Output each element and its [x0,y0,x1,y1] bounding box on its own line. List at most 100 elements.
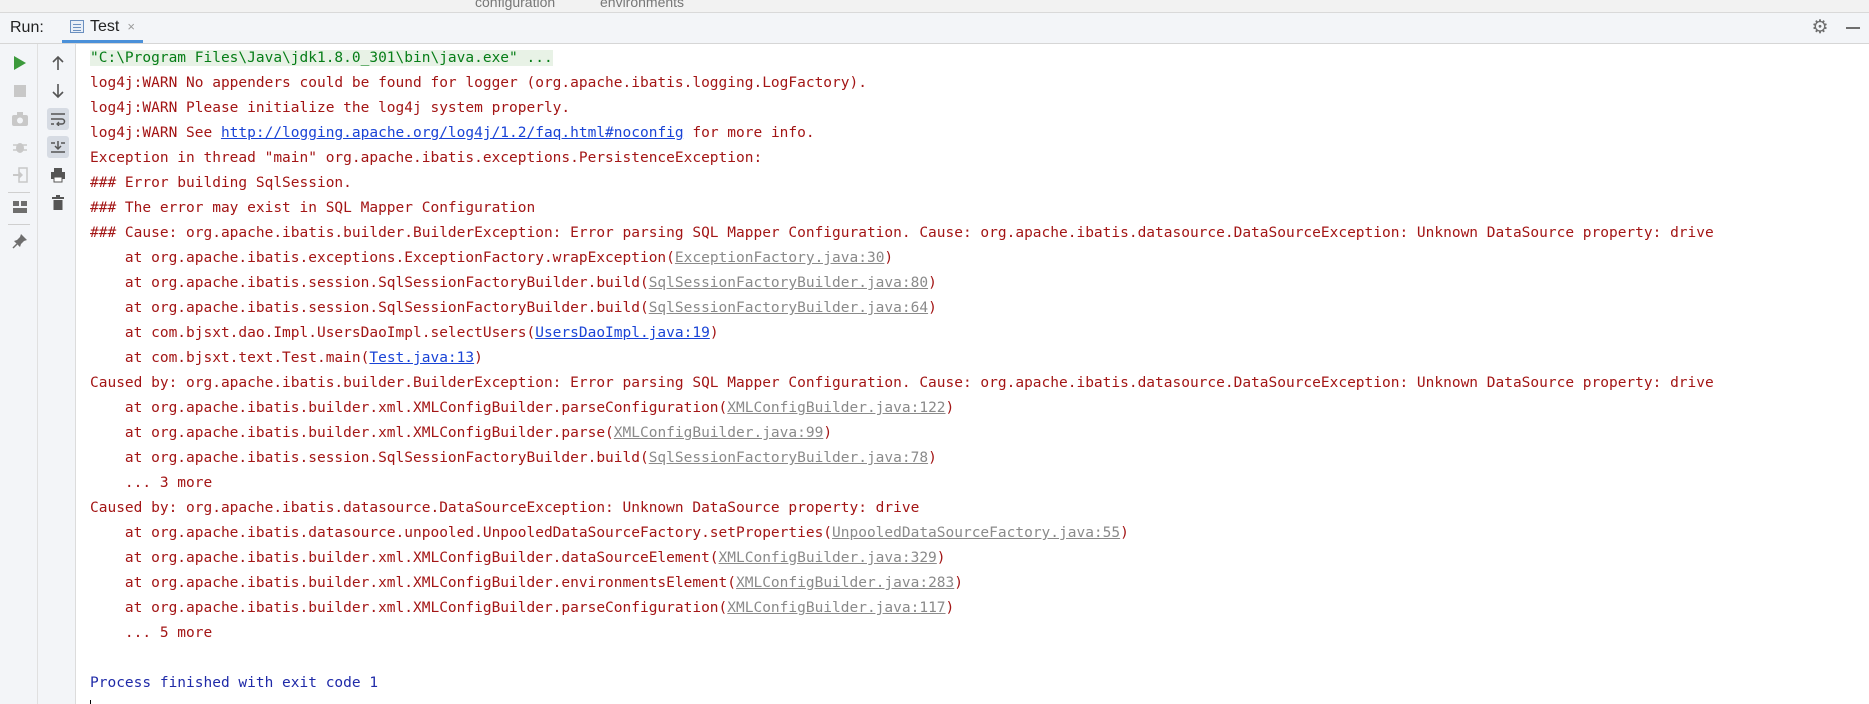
console-source-link[interactable]: Test.java:13 [369,350,474,366]
console-line-text: ) [709,325,719,341]
toolbar-divider [8,192,30,193]
console-line-text: ) [928,450,937,466]
console-line-text: at org.apache.ibatis.session.SqlSessionF… [90,450,649,466]
console-output[interactable]: "C:\Program Files\Java\jdk1.8.0_301\bin\… [90,46,1865,696]
console-source-link[interactable]: http://logging.apache.org/log4j/1.2/faq.… [221,125,684,141]
console-line: "C:\Program Files\Java\jdk1.8.0_301\bin\… [90,46,1865,71]
console-source-link[interactable]: SqlSessionFactoryBuilder.java:64 [649,300,928,316]
console-line-text: ... 5 more [90,625,213,641]
console-source-link[interactable]: XMLConfigBuilder.java:283 [736,575,954,591]
console-line-text: log4j:WARN No appenders could be found f… [90,75,867,91]
console-line: Process finished with exit code 1 [90,671,1865,696]
console-line: log4j:WARN See http://logging.apache.org… [90,121,1865,146]
console-source-link[interactable]: XMLConfigBuilder.java:329 [719,550,937,566]
console-line-text: ) [945,600,955,616]
console-line: ### Cause: org.apache.ibatis.builder.Bui… [90,221,1865,246]
console-line-text: for more info. [683,125,815,141]
console-line-text: Exception in thread "main" org.apache.ib… [90,150,771,166]
console-source-link[interactable]: XMLConfigBuilder.java:117 [727,600,945,616]
stop-icon[interactable] [9,80,31,102]
console-line-text: log4j:WARN Please initialize the log4j s… [90,100,571,116]
console-line: Exception in thread "main" org.apache.ib… [90,146,1865,171]
run-label: Run: [10,19,44,36]
login-icon[interactable] [9,164,31,186]
console-source-link[interactable]: XMLConfigBuilder.java:99 [614,425,824,441]
console-line: at org.apache.ibatis.builder.xml.XMLConf… [90,421,1865,446]
toolbar-divider [8,224,30,225]
console-line-text: Caused by: org.apache.ibatis.builder.Bui… [90,375,1714,391]
console-line-text: at org.apache.ibatis.builder.xml.XMLConf… [90,550,719,566]
console-line: log4j:WARN Please initialize the log4j s… [90,96,1865,121]
run-config-icon [70,20,84,33]
console-source-link[interactable]: XMLConfigBuilder.java:122 [727,400,945,416]
console-line-text: log4j:WARN See [90,125,221,141]
process-exit-message: Process finished with exit code 1 [90,675,379,691]
play-icon[interactable] [9,52,31,74]
console-line: Caused by: org.apache.ibatis.builder.Bui… [90,371,1865,396]
tab-test-label: Test [90,17,120,35]
breadcrumb-environments: environments [600,0,685,10]
console-line-text: at org.apache.ibatis.builder.xml.XMLConf… [90,425,614,441]
console-line: at org.apache.ibatis.exceptions.Exceptio… [90,246,1865,271]
close-icon[interactable]: × [127,19,135,34]
console-line-text: at org.apache.ibatis.builder.xml.XMLConf… [90,400,728,416]
tab-test[interactable]: Test × [62,13,143,43]
console-line-text: at org.apache.ibatis.datasource.unpooled… [90,525,833,541]
console-line: at org.apache.ibatis.builder.xml.XMLConf… [90,546,1865,571]
console-source-link[interactable]: ExceptionFactory.java:30 [675,250,885,266]
console-line: ... 5 more [90,621,1865,646]
down-arrow-icon[interactable] [47,80,69,102]
console-line-text: ) [823,425,833,441]
console-line-text: at org.apache.ibatis.builder.xml.XMLConf… [90,600,728,616]
console-source-link[interactable]: UnpooledDataSourceFactory.java:55 [832,525,1120,541]
console-line-text: at org.apache.ibatis.builder.xml.XMLConf… [90,575,737,591]
gear-icon[interactable]: ⚙ [1810,18,1830,38]
console-actions-toolbar [38,44,76,704]
breadcrumb-configuration: configuration [475,0,556,10]
minimize-icon[interactable] [1846,27,1860,29]
java-command-line: "C:\Program Files\Java\jdk1.8.0_301\bin\… [90,50,553,66]
console-line: ### Error building SqlSession. [90,171,1865,196]
layout-icon[interactable] [9,196,31,218]
console-line-text: at org.apache.ibatis.session.SqlSessionF… [90,300,649,316]
run-tool-window-header: Run: Test × ⚙ [0,13,1869,44]
text-caret [90,700,91,704]
console-line-text: at org.apache.ibatis.session.SqlSessionF… [90,275,649,291]
editor-breadcrumb-strip: configuration environments [0,0,1869,13]
console-line: at org.apache.ibatis.builder.xml.XMLConf… [90,596,1865,621]
console-source-link[interactable]: SqlSessionFactoryBuilder.java:80 [649,275,928,291]
console-line-text: ### The error may exist in SQL Mapper Co… [90,200,536,216]
console-line-text: at com.bjsxt.text.Test.main( [90,350,370,366]
console-line-text: ... 3 more [90,475,213,491]
console-line: at org.apache.ibatis.session.SqlSessionF… [90,271,1865,296]
camera-icon[interactable] [9,108,31,130]
console-line: log4j:WARN No appenders could be found f… [90,71,1865,96]
console-line-text: ) [884,250,894,266]
console-line-text: ) [936,550,946,566]
console-line: at org.apache.ibatis.session.SqlSessionF… [90,296,1865,321]
console-line: at org.apache.ibatis.datasource.unpooled… [90,521,1865,546]
console-line: ... 3 more [90,471,1865,496]
run-actions-toolbar [0,44,38,704]
console-line-text: ### Cause: org.apache.ibatis.builder.Bui… [90,225,1714,241]
console-line-text: ) [945,400,955,416]
console-line: at com.bjsxt.dao.Impl.UsersDaoImpl.selec… [90,321,1865,346]
console-line: at org.apache.ibatis.builder.xml.XMLConf… [90,571,1865,596]
scroll-end-icon[interactable] [47,136,69,158]
up-arrow-icon[interactable] [47,52,69,74]
console-line-text: at org.apache.ibatis.exceptions.Exceptio… [90,250,675,266]
console-line: ### The error may exist in SQL Mapper Co… [90,196,1865,221]
pin-icon[interactable] [9,230,31,252]
console-line-text: Caused by: org.apache.ibatis.datasource.… [90,500,920,516]
console-line-text: ) [928,300,937,316]
print-icon[interactable] [47,164,69,186]
console-source-link[interactable]: SqlSessionFactoryBuilder.java:78 [649,450,928,466]
soft-wrap-icon[interactable] [47,108,69,130]
console-line: at org.apache.ibatis.session.SqlSessionF… [90,446,1865,471]
console-source-link[interactable]: UsersDaoImpl.java:19 [535,325,710,341]
debug-icon[interactable] [9,136,31,158]
console-line: at org.apache.ibatis.builder.xml.XMLConf… [90,396,1865,421]
console-line-text: ) [1120,525,1129,541]
trash-icon[interactable] [47,192,69,214]
